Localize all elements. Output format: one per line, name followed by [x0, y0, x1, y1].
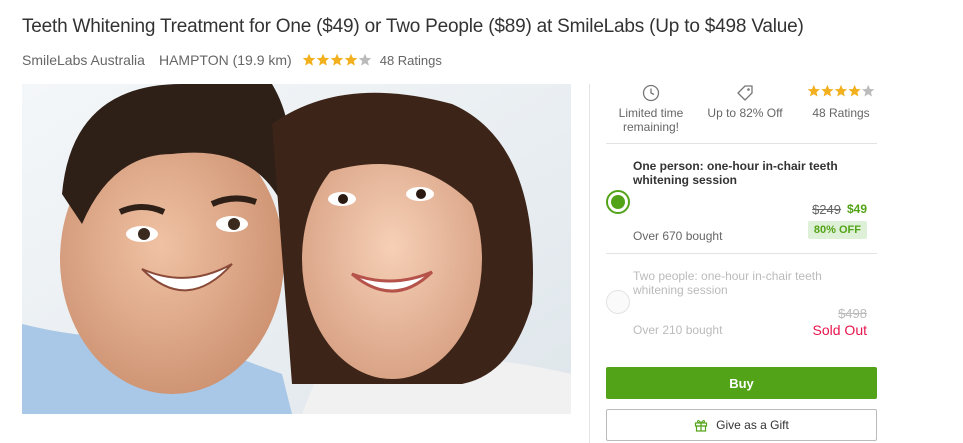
star-icon — [344, 53, 358, 66]
gift-icon — [694, 418, 708, 432]
tag-icon — [737, 85, 753, 101]
stat-ratings[interactable]: 48 Ratings — [806, 84, 876, 120]
merchant-link[interactable]: SmileLabs Australia — [22, 52, 145, 68]
original-price: $249 — [812, 202, 841, 217]
stat-time-label: Limited time remaining! — [618, 106, 684, 134]
option-one-person[interactable]: One person: one-hour in-chair teeth whit… — [606, 146, 877, 254]
bought-count: Over 670 bought — [633, 229, 723, 243]
original-price: $498 — [838, 306, 867, 321]
deal-title: Teeth Whitening Treatment for One ($49) … — [22, 16, 804, 37]
deal-subline: SmileLabs Australia HAMPTON (19.9 km) 48… — [22, 52, 442, 68]
star-icon — [330, 53, 344, 66]
stat-ratings-label: 48 Ratings — [812, 106, 870, 120]
stat-discount-label: Up to 82% Off — [707, 106, 783, 120]
deal-stats: Limited time remaining! Up to 82% Off 48… — [606, 84, 877, 144]
clock-icon — [642, 84, 660, 102]
star-icon — [316, 53, 330, 66]
give-as-gift-button[interactable]: Give as a Gift — [606, 409, 877, 441]
bought-count: Over 210 bought — [633, 323, 723, 337]
star-icon — [302, 53, 316, 66]
rating-stars-small — [806, 84, 876, 102]
location-text: HAMPTON (19.9 km) — [158, 52, 292, 68]
purchase-panel: Limited time remaining! Up to 82% Off 48… — [589, 84, 889, 443]
option-radio-selected[interactable] — [606, 190, 630, 214]
stat-time: Limited time remaining! — [616, 84, 686, 134]
rating-stars — [302, 53, 372, 67]
discount-badge: 80% OFF — [807, 221, 867, 239]
star-icon — [358, 53, 372, 66]
stat-discount: Up to 82% Off — [702, 84, 788, 120]
buy-button[interactable]: Buy — [606, 367, 877, 399]
sold-out-label: Sold Out — [812, 322, 867, 338]
option-title: One person: one-hour in-chair teeth whit… — [633, 159, 838, 187]
buy-button-label: Buy — [729, 375, 754, 391]
gift-button-label: Give as a Gift — [716, 418, 789, 432]
option-radio-disabled — [606, 290, 630, 314]
option-two-people: Two people: one-hour in-chair teeth whit… — [606, 256, 877, 346]
ratings-count[interactable]: 48 Ratings — [380, 53, 442, 68]
couple-photo-illustration — [22, 84, 571, 414]
deal-photo[interactable] — [22, 84, 571, 414]
deal-price: $49 — [846, 202, 867, 216]
option-title: Two people: one-hour in-chair teeth whit… — [633, 269, 822, 297]
